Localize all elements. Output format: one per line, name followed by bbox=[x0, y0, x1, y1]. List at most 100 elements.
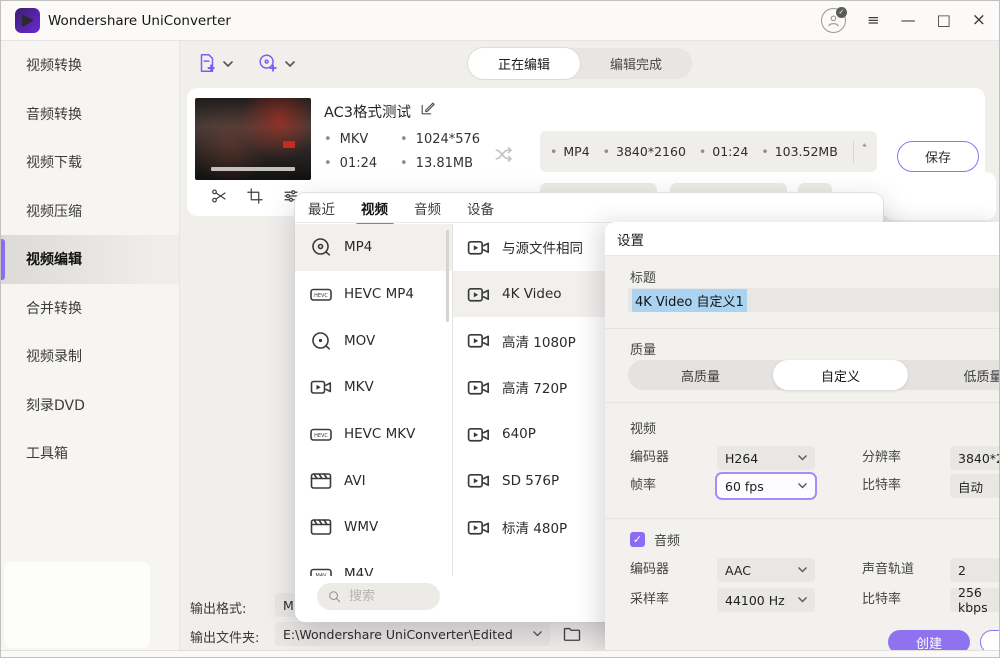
app-window: Wondershare UniConverter ✓ ≡ — □ × 视频转换 … bbox=[0, 0, 1000, 658]
sidebar-item-audio-convert[interactable]: 音频转换 bbox=[0, 90, 179, 139]
add-disc-chevron-down-icon[interactable] bbox=[285, 61, 295, 67]
format-list-scrollbar[interactable] bbox=[446, 230, 449, 322]
disc-icon bbox=[309, 329, 333, 353]
audio-encoder-label: 编码器 bbox=[630, 558, 669, 577]
audio-bitrate-field[interactable]: 256 kbps bbox=[950, 588, 1000, 612]
gear-icon[interactable] bbox=[862, 143, 867, 161]
menu-icon[interactable]: ≡ bbox=[867, 13, 880, 28]
video-camera-icon bbox=[466, 282, 491, 307]
audio-enable-row: ✓ 音频 bbox=[630, 530, 680, 549]
sidebar-item-burn-dvd[interactable]: 刻录DVD bbox=[0, 381, 179, 430]
selected-text: 4K Video 自定义1 bbox=[632, 289, 747, 312]
chevron-down-icon bbox=[533, 631, 542, 636]
sidebar-item-toolbox[interactable]: 工具箱 bbox=[0, 429, 179, 478]
account-avatar[interactable]: ✓ bbox=[821, 8, 846, 33]
title-label: 标题 bbox=[630, 267, 656, 286]
video-camera-icon bbox=[466, 235, 491, 260]
disc-icon bbox=[309, 235, 333, 259]
sidebar: 视频转换 音频转换 视频下载 视频压缩 视频编辑 合并转换 视频录制 刻录DVD… bbox=[0, 41, 180, 658]
sidebar-item-video-edit[interactable]: 视频编辑 bbox=[0, 235, 179, 284]
save-button[interactable]: 保存 bbox=[897, 141, 979, 172]
close-icon[interactable]: × bbox=[972, 12, 986, 29]
hevc-badge-icon: HEVC bbox=[309, 282, 333, 306]
add-file-chevron-down-icon[interactable] bbox=[223, 61, 233, 67]
video-camera-icon bbox=[466, 515, 491, 540]
format-list: MP4 HEVC HEVC MP4 MOV MKV HEVC HEVC MKV bbox=[295, 224, 452, 576]
search-input[interactable] bbox=[349, 589, 429, 604]
video-camera-icon bbox=[466, 422, 491, 447]
video-camera-icon bbox=[466, 468, 491, 493]
sidebar-item-merge-convert[interactable]: 合并转换 bbox=[0, 284, 179, 333]
output-info-bar: MP4 3840*2160 01:24 103.52MB bbox=[540, 131, 877, 172]
chevron-down-icon bbox=[798, 483, 807, 488]
output-size: 103.52MB bbox=[761, 144, 837, 159]
second-row-card-fragment bbox=[884, 172, 996, 220]
output-resolution: 3840*2160 bbox=[603, 144, 686, 159]
output-folder-select[interactable]: E:\Wondershare UniConverter\Edited bbox=[275, 622, 550, 646]
svg-text:HEVC: HEVC bbox=[314, 433, 328, 439]
resolution-label: 分辨率 bbox=[862, 446, 901, 465]
sidebar-item-video-download[interactable]: 视频下载 bbox=[0, 138, 179, 187]
tab-editing[interactable]: 正在编辑 bbox=[468, 48, 580, 79]
format-item-mov[interactable]: MOV bbox=[295, 317, 452, 364]
source-duration: 01:24 bbox=[324, 156, 396, 180]
output-format: MP4 bbox=[550, 144, 590, 159]
maximize-icon[interactable]: □ bbox=[937, 13, 951, 28]
app-logo-icon bbox=[15, 8, 40, 33]
chevron-down-icon bbox=[798, 567, 807, 572]
output-folder-label: 输出文件夹: bbox=[190, 627, 259, 646]
framerate-dropdown[interactable]: 60 fps bbox=[717, 474, 815, 498]
tab-edit-complete[interactable]: 编辑完成 bbox=[580, 48, 692, 79]
format-item-m4v[interactable]: M4V M4V bbox=[295, 551, 452, 576]
add-file-icon[interactable] bbox=[196, 52, 218, 74]
chevron-down-icon bbox=[798, 455, 807, 460]
quality-option-high[interactable]: 高质量 bbox=[628, 360, 773, 390]
video-bitrate-field[interactable]: 自动 bbox=[950, 474, 1000, 498]
open-folder-icon[interactable] bbox=[562, 624, 582, 644]
video-thumbnail[interactable] bbox=[195, 98, 311, 180]
audio-section-heading: 音频 bbox=[654, 530, 680, 549]
format-item-mp4[interactable]: MP4 bbox=[295, 224, 452, 271]
crop-icon[interactable] bbox=[246, 187, 264, 205]
trim-scissors-icon[interactable] bbox=[210, 187, 228, 205]
format-item-wmv[interactable]: WMV bbox=[295, 504, 452, 551]
audio-tracks-label: 声音轨道 bbox=[862, 558, 914, 577]
quality-option-low[interactable]: 低质量 bbox=[908, 360, 1000, 390]
video-camera-icon bbox=[466, 375, 491, 400]
video-encoder-label: 编码器 bbox=[630, 446, 669, 465]
sidebar-promo-panel bbox=[4, 562, 150, 648]
tab-video[interactable]: 视频 bbox=[361, 198, 388, 218]
audio-checkbox[interactable]: ✓ bbox=[630, 532, 645, 547]
preset-title-input[interactable]: 4K Video 自定义1 bbox=[628, 288, 1000, 312]
tab-device[interactable]: 设备 bbox=[467, 198, 494, 218]
source-resolution: 1024*576 bbox=[400, 132, 480, 156]
sidebar-item-video-compress[interactable]: 视频压缩 bbox=[0, 187, 179, 236]
format-item-hevc-mkv[interactable]: HEVC HEVC MKV bbox=[295, 411, 452, 458]
format-item-hevc-mp4[interactable]: HEVC HEVC MP4 bbox=[295, 271, 452, 318]
audio-tracks-field[interactable]: 2 bbox=[950, 558, 1000, 582]
rename-edit-icon[interactable] bbox=[419, 100, 436, 117]
account-verified-badge: ✓ bbox=[836, 7, 847, 18]
tab-recent[interactable]: 最近 bbox=[308, 198, 335, 218]
add-disc-icon[interactable] bbox=[257, 52, 279, 74]
edit-status-tabs: 正在编辑 编辑完成 bbox=[468, 48, 692, 79]
quality-option-custom[interactable]: 自定义 bbox=[773, 360, 908, 390]
svg-text:HEVC: HEVC bbox=[314, 293, 328, 299]
resolution-field[interactable]: 3840*2160 bbox=[950, 446, 1000, 470]
format-item-avi[interactable]: AVI bbox=[295, 457, 452, 504]
video-section-heading: 视频 bbox=[630, 418, 656, 437]
quality-segmented-control: 高质量 自定义 低质量 bbox=[628, 360, 1000, 390]
search-icon bbox=[327, 589, 342, 604]
chevron-down-icon bbox=[798, 597, 807, 602]
tab-audio[interactable]: 音频 bbox=[414, 198, 441, 218]
samplerate-dropdown[interactable]: 44100 Hz bbox=[717, 588, 815, 612]
audio-bitrate-label: 比特率 bbox=[862, 588, 901, 607]
audio-encoder-dropdown[interactable]: AAC bbox=[717, 558, 815, 582]
video-encoder-dropdown[interactable]: H264 bbox=[717, 446, 815, 470]
minimize-icon[interactable]: — bbox=[901, 13, 916, 28]
video-camera-icon bbox=[309, 375, 333, 399]
format-search-box[interactable] bbox=[317, 583, 440, 610]
sidebar-item-screen-record[interactable]: 视频录制 bbox=[0, 332, 179, 381]
format-item-mkv[interactable]: MKV bbox=[295, 364, 452, 411]
sidebar-item-video-convert[interactable]: 视频转换 bbox=[0, 41, 179, 90]
